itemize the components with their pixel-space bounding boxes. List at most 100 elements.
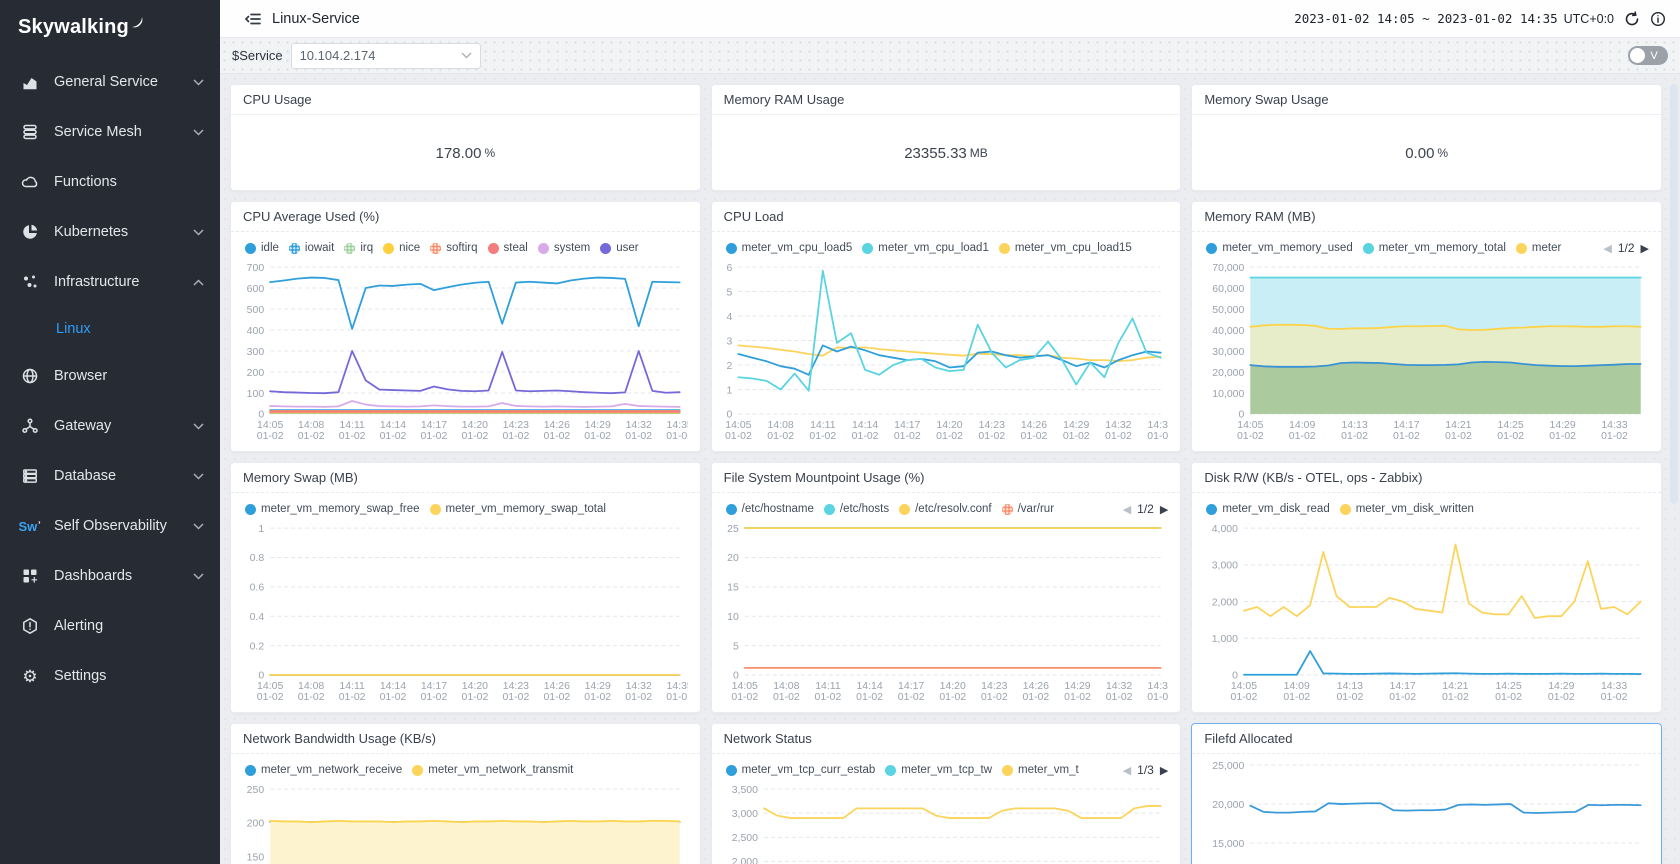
collapse-sidebar-icon[interactable] — [244, 10, 262, 28]
legend-prev-icon[interactable]: ◀ — [1123, 764, 1131, 777]
legend-page-label: 1/2 — [1137, 502, 1154, 516]
legend-dot-icon — [1363, 243, 1374, 254]
svg-text:2: 2 — [726, 361, 732, 372]
legend-item-meter-vm-cpu-load1[interactable]: meter_vm_cpu_load1 — [862, 242, 989, 254]
globe-icon — [20, 366, 40, 386]
svg-text:15: 15 — [727, 583, 739, 594]
sidebar-item-service-mesh[interactable]: Service Mesh — [0, 107, 220, 157]
svg-text:14:17: 14:17 — [894, 420, 920, 431]
svg-text:500: 500 — [247, 305, 265, 316]
svg-text:14:35: 14:35 — [667, 681, 688, 692]
legend-item-meter-vm-tcp-tw[interactable]: meter_vm_tcp_tw — [885, 764, 992, 776]
legend-item-meter-vm-tcp-curr-estab[interactable]: meter_vm_tcp_curr_estab — [726, 764, 876, 776]
summary-card-memory-swap-usage: Memory Swap Usage 0.00 % — [1191, 84, 1662, 191]
legend-item-meter-vm-cpu-load5[interactable]: meter_vm_cpu_load5 — [726, 242, 853, 254]
svg-text:01-02: 01-02 — [1022, 692, 1049, 703]
info-icon[interactable] — [1650, 11, 1666, 27]
svg-text:14:33: 14:33 — [1601, 681, 1627, 692]
legend-item-idle[interactable]: idle — [245, 242, 279, 254]
legend-dot-icon — [245, 504, 256, 515]
legend-next-icon[interactable]: ▶ — [1160, 764, 1168, 777]
legend-item-meter-vm-memory-total[interactable]: meter_vm_memory_total — [1363, 242, 1506, 254]
legend-label: iowait — [305, 242, 334, 254]
sidebar-item-gateway[interactable]: Gateway — [0, 401, 220, 451]
legend-item-nice[interactable]: nice — [383, 242, 420, 254]
legend-dot-icon — [538, 243, 549, 254]
sidebar-item-self-observability[interactable]: SwʾSelf Observability — [0, 501, 220, 551]
legend-prev-icon[interactable]: ◀ — [1603, 242, 1611, 255]
sidebar-item-infrastructure[interactable]: Infrastructure — [0, 257, 220, 307]
svg-text:01-02: 01-02 — [851, 431, 878, 442]
svg-text:14:05: 14:05 — [257, 420, 283, 431]
legend-item-meter-vm-memory-used[interactable]: meter_vm_memory_used — [1206, 242, 1352, 254]
sidebar-item-browser[interactable]: Browser — [0, 351, 220, 401]
sidebar-subitem-linux[interactable]: Linux — [0, 307, 220, 351]
chart-card-mem-ram: Memory RAM (MB) meter_vm_memory_usedmete… — [1191, 201, 1662, 452]
summary-card-memory-ram-usage: Memory RAM Usage 23355.33 MB — [711, 84, 1182, 191]
legend-item-meter-vm-t[interactable]: meter_vm_t — [1002, 764, 1079, 776]
legend-item-meter-vm-disk-read[interactable]: meter_vm_disk_read — [1206, 503, 1329, 515]
chart-plot: 010020030040050060070014:0501-0214:0801-… — [241, 260, 688, 444]
svg-text:01-02: 01-02 — [856, 692, 883, 703]
chart-card-mem-swap: Memory Swap (MB) meter_vm_memory_swap_fr… — [230, 462, 701, 713]
svg-text:14:08: 14:08 — [298, 420, 324, 431]
legend-item-user[interactable]: user — [600, 242, 638, 254]
legend-next-icon[interactable]: ▶ — [1641, 242, 1649, 255]
legend-item-irq[interactable]: irq — [344, 242, 373, 254]
sidebar-item-kubernetes[interactable]: Kubernetes — [0, 207, 220, 257]
svg-text:14:14: 14:14 — [856, 681, 882, 692]
chart-plot: 050100150200250 — [241, 782, 688, 864]
logo-text: Skywalking — [18, 16, 129, 39]
legend-item-etc-hostname[interactable]: /etc/hostname — [726, 503, 814, 515]
legend-item-meter[interactable]: meter — [1516, 242, 1561, 254]
sidebar-item-settings[interactable]: ⚙Settings — [0, 651, 220, 701]
legend-label: meter_vm_memory_swap_free — [261, 503, 420, 515]
legend-label: meter_vm_cpu_load5 — [742, 242, 853, 254]
legend-item-softirq[interactable]: softirq — [430, 242, 477, 254]
svg-text:14:08: 14:08 — [773, 681, 799, 692]
refresh-icon[interactable] — [1624, 11, 1640, 27]
legend-dot-icon — [488, 243, 499, 254]
legend-item-meter-vm-memory-swap-free[interactable]: meter_vm_memory_swap_free — [245, 503, 420, 515]
service-select[interactable]: 10.104.2.174 — [291, 43, 481, 69]
legend-item-meter-vm-disk-written[interactable]: meter_vm_disk_written — [1340, 503, 1474, 515]
legend-label: meter_vm_tcp_tw — [901, 764, 992, 776]
svg-text:14:17: 14:17 — [898, 681, 924, 692]
view-toggle[interactable]: V — [1628, 46, 1668, 65]
legend-next-icon[interactable]: ▶ — [1160, 503, 1168, 516]
legend-item-etc-hosts[interactable]: /etc/hosts — [824, 503, 889, 515]
sidebar-item-general-service[interactable]: General Service — [0, 57, 220, 107]
sidebar-item-alerting[interactable]: Alerting — [0, 601, 220, 651]
legend-item-meter-vm-cpu-load15[interactable]: meter_vm_cpu_load15 — [999, 242, 1132, 254]
legend-dot-icon — [726, 765, 737, 776]
sidebar-item-label: General Service — [54, 74, 192, 90]
legend-item-system[interactable]: system — [538, 242, 590, 254]
svg-text:0.4: 0.4 — [250, 612, 265, 623]
sidebar-item-database[interactable]: Database — [0, 451, 220, 501]
legend-item-meter-vm-network-transmit[interactable]: meter_vm_network_transmit — [412, 764, 573, 776]
chart-title: CPU Average Used (%) — [243, 209, 379, 224]
chevron-down-icon — [192, 79, 204, 86]
svg-text:3,000: 3,000 — [1212, 561, 1238, 572]
legend-item-meter-vm-network-receive[interactable]: meter_vm_network_receive — [245, 764, 402, 776]
svg-text:0.8: 0.8 — [250, 553, 265, 564]
sidebar-item-dashboards[interactable]: Dashboards — [0, 551, 220, 601]
legend-item-iowait[interactable]: iowait — [289, 242, 334, 254]
legend-item-meter-vm-memory-swap-total[interactable]: meter_vm_memory_swap_total — [430, 503, 606, 515]
svg-text:1: 1 — [726, 385, 732, 396]
time-range[interactable]: 2023-01-02 14:05 ~ 2023-01-02 14:35 — [1294, 11, 1557, 26]
legend-item-etc-resolv-conf[interactable]: /etc/resolv.conf — [899, 503, 992, 515]
legend-dot-icon — [726, 243, 737, 254]
chart-card-filefd: Filefd Allocated 5,00010,00015,00020,000… — [1191, 723, 1662, 864]
sidebar-item-functions[interactable]: Functions — [0, 157, 220, 207]
legend-item-var-rur[interactable]: /var/rur — [1002, 503, 1054, 515]
svg-text:01-02: 01-02 — [939, 692, 966, 703]
svg-text:14:05: 14:05 — [731, 681, 757, 692]
alert-icon — [20, 616, 40, 636]
chart-legend: meter_vm_tcp_curr_estab meter_vm_tcp_tw me… — [722, 758, 1169, 782]
legend-item-steal[interactable]: steal — [488, 242, 528, 254]
legend-prev-icon[interactable]: ◀ — [1123, 503, 1131, 516]
vertical-scrollbar[interactable] — [1670, 84, 1678, 504]
svg-text:25: 25 — [727, 524, 739, 535]
legend-pagination: ◀1/2▶ — [1603, 241, 1649, 255]
